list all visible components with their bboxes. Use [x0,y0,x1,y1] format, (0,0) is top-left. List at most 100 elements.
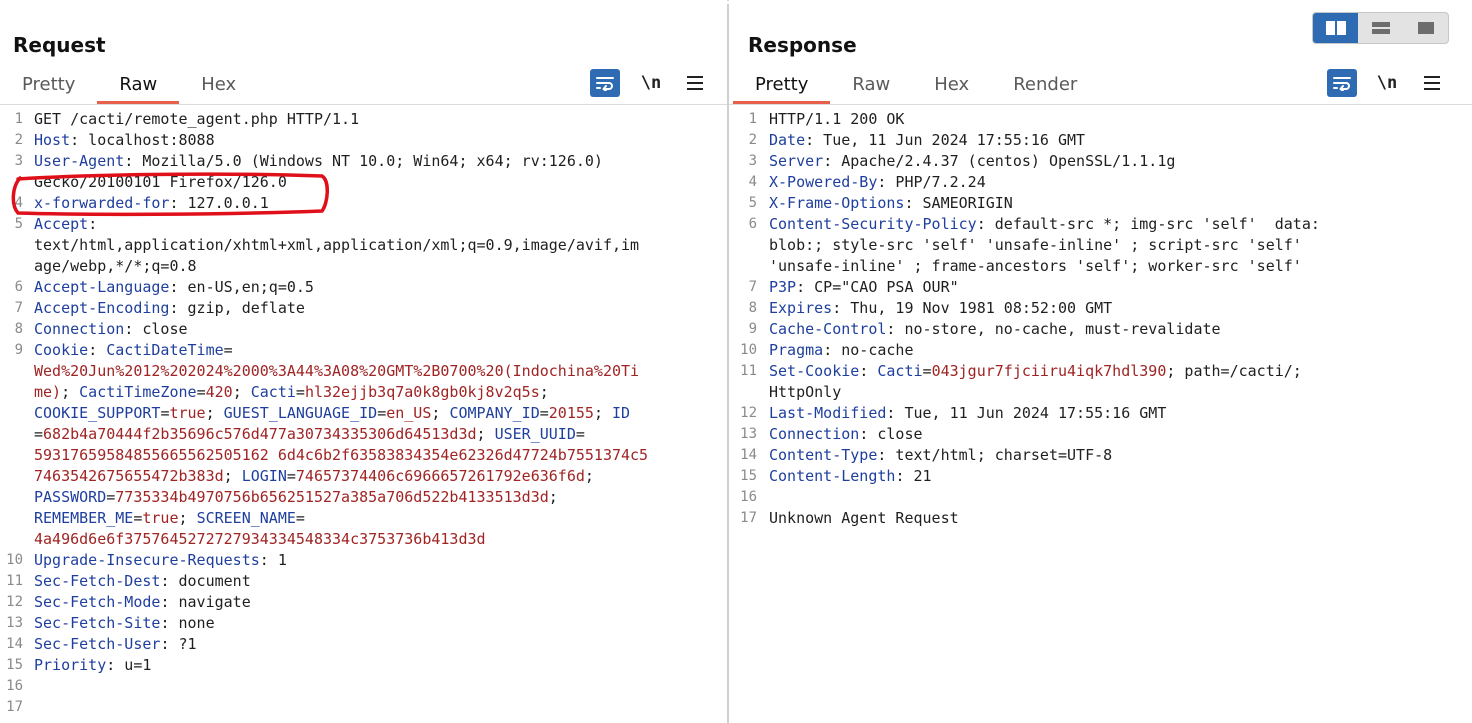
header-name: PASSWORD [34,488,107,506]
line-text: Cache-Control: no-store, no-cache, must-… [769,319,1221,340]
text-segment: = [575,425,585,443]
line-text: X-Powered-By: PHP/7.2.24 [769,172,986,193]
text-segment: ; [431,404,450,422]
line-text: Content-Security-Policy: default-src *; … [769,214,1320,235]
line-text: Gecko/20100101 Firefox/126.0 [34,172,287,193]
response-pane: Response Pretty Raw Hex Render \n 1 HTTP/… [729,0,1472,723]
text-segment: 'unsafe-inline' ; frame-ancestors 'self'… [769,257,1302,275]
cookie-value: 4a496d6e6f3757645272727934334548334c3753… [34,530,486,548]
line-text: Accept-Encoding: gzip, deflate [34,298,305,319]
header-name: Content-Security-Policy [769,215,977,233]
line-text: REMEMBER_ME=true; SCREEN_NAME= [34,508,305,529]
cookie-value: me) [34,383,62,401]
header-name: Sec-Fetch-User [34,635,161,653]
line-text: text/html,application/xhtml+xml,applicat… [34,235,639,256]
response-tab-render[interactable]: Render [991,66,1099,104]
text-segment: = [922,362,932,380]
line-number: 7 [14,300,23,316]
line-number: 8 [14,321,23,337]
request-tab-raw[interactable]: Raw [97,66,180,104]
cookie-value: 7463542675655472b383d [34,467,224,485]
header-name: x-forwarded-for [34,194,170,212]
header-name: Accept-Language [34,278,170,296]
text-segment: ; [232,383,251,401]
request-show-newlines-button[interactable]: \n [636,69,666,97]
line-number: 14 [6,636,23,652]
line-number: 5 [14,216,23,232]
line-number: 14 [740,447,757,463]
line-text: Wed%20Jun%2012%202024%2000%3A44%3A08%20G… [34,361,639,382]
header-name: Sec-Fetch-Site [34,614,161,632]
text-segment: : gzip, deflate [169,299,305,317]
response-tabs: Pretty Raw Hex Render [733,66,1099,104]
request-title: Request [13,33,106,57]
line-number: 17 [6,699,23,715]
line-number: 10 [6,552,23,568]
line-number: 5 [748,195,757,211]
header-name: LOGIN [241,467,287,485]
response-show-newlines-button[interactable]: \n [1372,69,1402,97]
text-segment: = [539,404,549,422]
header-name: Pragma [769,341,824,359]
line-text: Upgrade-Insecure-Requests: 1 [34,550,287,571]
line-text: Host: localhost:8088 [34,130,215,151]
text-segment: : Tue, 11 Jun 2024 17:55:16 GMT [886,404,1167,422]
line-number: 12 [6,594,23,610]
layout-side-by-side-button[interactable] [1313,13,1358,43]
text-segment: : no-store, no-cache, must-revalidate [886,320,1221,338]
layout-single-button[interactable] [1403,13,1448,43]
cookie-value: true [142,509,179,527]
line-number: 9 [748,321,757,337]
line-number: 16 [740,489,757,505]
response-tab-pretty[interactable]: Pretty [733,66,831,104]
text-segment: ; [476,425,495,443]
request-tab-hex[interactable]: Hex [179,66,258,104]
cookie-value: 420 [205,383,233,401]
line-text: Content-Length: 21 [769,466,932,487]
request-tab-pretty[interactable]: Pretty [0,66,97,104]
header-name: Upgrade-Insecure-Requests [34,551,260,569]
line-number: 12 [740,405,757,421]
line-text: GET /cacti/remote_agent.php HTTP/1.1 [34,109,359,130]
line-text: age/webp,*/*;q=0.8 [34,256,197,277]
layout-stacked-button[interactable] [1358,13,1403,43]
cookie-value: true [169,404,206,422]
line-text: Connection: close [769,424,923,445]
response-menu-button[interactable] [1417,69,1447,97]
request-wrap-lines-button[interactable] [590,69,620,97]
header-name: X-Powered-By [769,173,878,191]
header-name: GUEST_LANGUAGE_ID [223,404,378,422]
line-text: Set-Cookie: Cacti=043jgur7fjciiru4iqk7hd… [769,361,1302,382]
text-segment: : text/html; charset=UTF-8 [877,446,1113,464]
line-text: Sec-Fetch-User: ?1 [34,634,197,655]
layout-switcher [1312,12,1449,44]
header-name: Connection [34,320,125,338]
header-name: Server [769,152,824,170]
text-segment: : no-cache [823,341,914,359]
header-name: Content-Type [769,446,878,464]
line-text: PASSWORD=7735334b4970756b656251527a385a7… [34,487,558,508]
request-tabs: Pretty Raw Hex [0,66,258,104]
request-menu-button[interactable] [680,69,710,97]
response-tab-hex[interactable]: Hex [912,66,991,104]
response-tab-raw[interactable]: Raw [830,66,912,104]
line-number: 8 [748,300,757,316]
cookie-value: hl32ejjb3q7a0k8gb0kj8v2q5s [304,383,540,401]
text-segment: : Tue, 11 Jun 2024 17:55:16 GMT [805,131,1086,149]
line-number: 7 [748,279,757,295]
header-name: CactiTimeZone [79,383,197,401]
text-segment: : ?1 [160,635,197,653]
response-wrap-lines-button[interactable] [1327,69,1357,97]
line-number: 13 [6,615,23,631]
text-segment: blob:; style-src 'self' 'unsafe-inline' … [769,236,1302,254]
line-text: Sec-Fetch-Site: none [34,613,215,634]
text-segment: : close [859,425,923,443]
header-name: Cookie [34,341,89,359]
header-name: Priority [34,656,107,674]
text-segment: : PHP/7.2.24 [877,173,986,191]
line-text: =682b4a70444f2b35696c576d477a30734335306… [34,424,585,445]
line-number: 11 [740,363,757,379]
header-name: Cache-Control [769,320,887,338]
text-segment: : close [124,320,188,338]
request-pane: Request Pretty Raw Hex \n 1 GET /cacti/re… [0,0,727,723]
